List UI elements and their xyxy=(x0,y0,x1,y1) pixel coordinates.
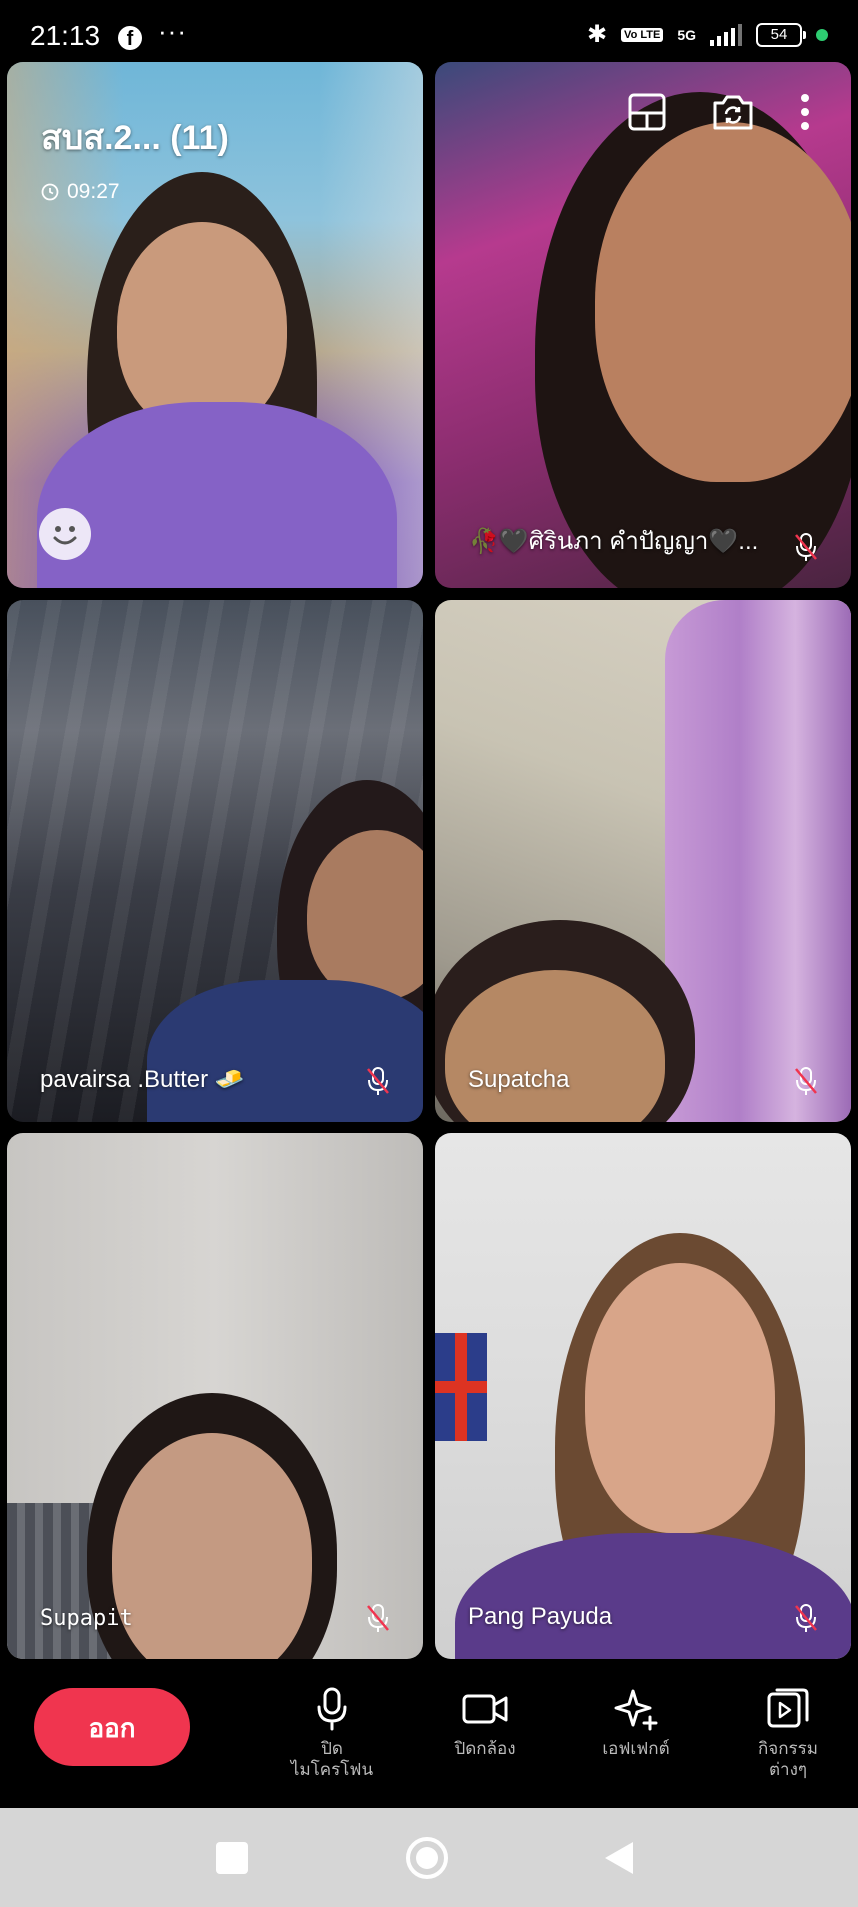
participant-tile[interactable]: pavairsa .Butter 🧈 xyxy=(7,600,423,1122)
mic-off-icon xyxy=(367,1067,389,1095)
mic-off-icon xyxy=(795,1067,817,1095)
more-options-icon[interactable] xyxy=(799,92,811,132)
sparkle-icon xyxy=(614,1689,658,1731)
effects-label: เอฟเฟกต์ xyxy=(602,1739,670,1758)
bluetooth-icon: ✱ xyxy=(586,21,608,48)
nav-back-icon[interactable] xyxy=(603,1840,635,1876)
participant-tile[interactable]: Supatcha xyxy=(435,600,851,1122)
camera-off-button[interactable]: ปิดกล้อง xyxy=(415,1686,555,1759)
participant-tile[interactable]: Pang Payuda xyxy=(435,1133,851,1659)
battery-icon: 54 xyxy=(756,22,806,47)
mic-off-icon xyxy=(367,1604,389,1632)
status-bar: 21:13 f ··· ✱ Vo LTE 5G 54 xyxy=(0,0,858,58)
participant-name: Pang Payuda xyxy=(468,1603,613,1630)
mic-off-icon xyxy=(795,533,817,561)
facebook-icon: f xyxy=(118,26,142,50)
network-type: 5G xyxy=(677,26,696,43)
activities-label: กิจกรรม ต่างๆ xyxy=(757,1739,818,1779)
participant-name: pavairsa .Butter 🧈 xyxy=(40,1066,245,1093)
call-title[interactable]: สบส.2... (11) xyxy=(41,110,229,164)
more-notifications-icon: ··· xyxy=(158,16,187,46)
participant-tile[interactable]: 🥀🖤ศิรินภา คำปัญญา🖤... xyxy=(435,62,851,588)
camera-off-label: ปิดกล้อง xyxy=(454,1739,516,1758)
activities-icon xyxy=(767,1688,809,1728)
participant-tile[interactable]: สบส.2... (11) 09:27 xyxy=(7,62,423,588)
leave-call-button[interactable]: ออก xyxy=(34,1688,190,1766)
mic-off-icon xyxy=(795,1604,817,1632)
video-icon xyxy=(462,1694,508,1724)
status-time: 21:13 xyxy=(30,20,101,51)
layout-icon[interactable] xyxy=(627,92,667,132)
emoji-icon xyxy=(53,526,77,545)
emoji-reaction-button[interactable] xyxy=(39,508,91,560)
mute-mic-button[interactable]: ปิด ไมโครโฟน xyxy=(262,1686,402,1780)
activities-button[interactable]: กิจกรรม ต่างๆ xyxy=(718,1686,858,1780)
call-duration: 09:27 xyxy=(67,180,120,203)
mic-icon xyxy=(317,1687,347,1731)
volte-badge: Vo LTE xyxy=(621,27,664,42)
signal-icon xyxy=(710,23,742,46)
nav-recents-icon[interactable] xyxy=(216,1842,248,1874)
switch-camera-icon[interactable] xyxy=(711,92,755,132)
participant-name: Supatcha xyxy=(468,1066,570,1093)
effects-button[interactable]: เอฟเฟกต์ xyxy=(566,1686,706,1759)
participant-tile[interactable]: Supapit xyxy=(7,1133,423,1659)
participant-name: Supapit xyxy=(40,1606,133,1631)
participant-name: 🥀🖤ศิรินภา คำปัญญา🖤... xyxy=(469,528,759,555)
mute-mic-label: ปิด ไมโครโฟน xyxy=(290,1739,374,1779)
privacy-indicator-dot xyxy=(816,28,828,41)
clock-icon xyxy=(41,183,59,201)
system-navigation-bar xyxy=(0,1808,858,1907)
call-controls-bar: ออก ปิด ไมโครโฟน ปิดกล้อง เอฟเฟกต์ กิจกร… xyxy=(0,1662,858,1808)
wall-flag xyxy=(435,1333,487,1441)
nav-home-icon[interactable] xyxy=(405,1836,449,1880)
